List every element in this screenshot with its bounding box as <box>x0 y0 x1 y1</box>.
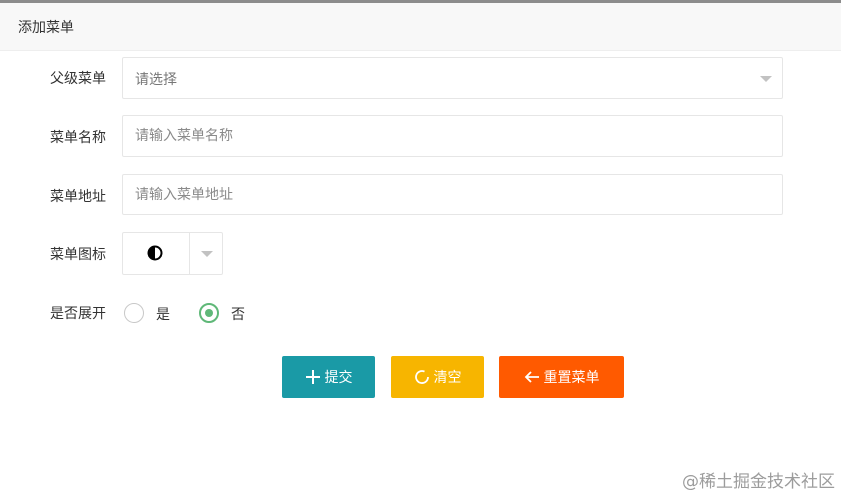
menu-name-field-wrap <box>122 115 783 157</box>
chevron-down-icon <box>201 251 213 257</box>
radio-label: 是 <box>156 307 170 323</box>
arrow-left-icon <box>524 371 539 383</box>
clear-button[interactable]: 清空 <box>391 356 484 398</box>
menu-icon-label: 菜单图标 <box>50 247 106 263</box>
radio-circle-checked <box>199 303 219 323</box>
reset-menu-button[interactable]: 重置菜单 <box>499 356 624 398</box>
menu-url-input[interactable] <box>123 175 782 214</box>
menu-url-label: 菜单地址 <box>50 189 106 205</box>
radio-circle <box>124 303 144 323</box>
dialog-header: 添加菜单 <box>0 3 841 51</box>
refresh-icon <box>414 370 429 384</box>
parent-menu-label: 父级菜单 <box>50 71 106 87</box>
dialog-title: 添加菜单 <box>18 20 74 36</box>
icon-preview <box>123 233 190 274</box>
parent-menu-select[interactable]: 请选择 <box>122 57 783 99</box>
menu-name-input[interactable] <box>123 116 782 156</box>
expand-label: 是否展开 <box>50 306 106 322</box>
submit-button[interactable]: 提交 <box>282 356 375 398</box>
chevron-down-icon <box>760 76 772 82</box>
watermark: @稀土掘金技术社区 <box>682 472 835 492</box>
submit-label: 提交 <box>324 370 353 386</box>
reset-label: 重置菜单 <box>543 370 600 386</box>
half-circle-icon <box>147 245 163 261</box>
menu-name-label: 菜单名称 <box>50 130 106 146</box>
plus-icon <box>305 370 320 384</box>
icon-picker[interactable] <box>122 232 223 275</box>
parent-menu-placeholder: 请选择 <box>135 72 177 88</box>
clear-label: 清空 <box>433 370 462 386</box>
radio-label: 否 <box>231 307 245 323</box>
menu-url-field-wrap <box>122 174 783 215</box>
